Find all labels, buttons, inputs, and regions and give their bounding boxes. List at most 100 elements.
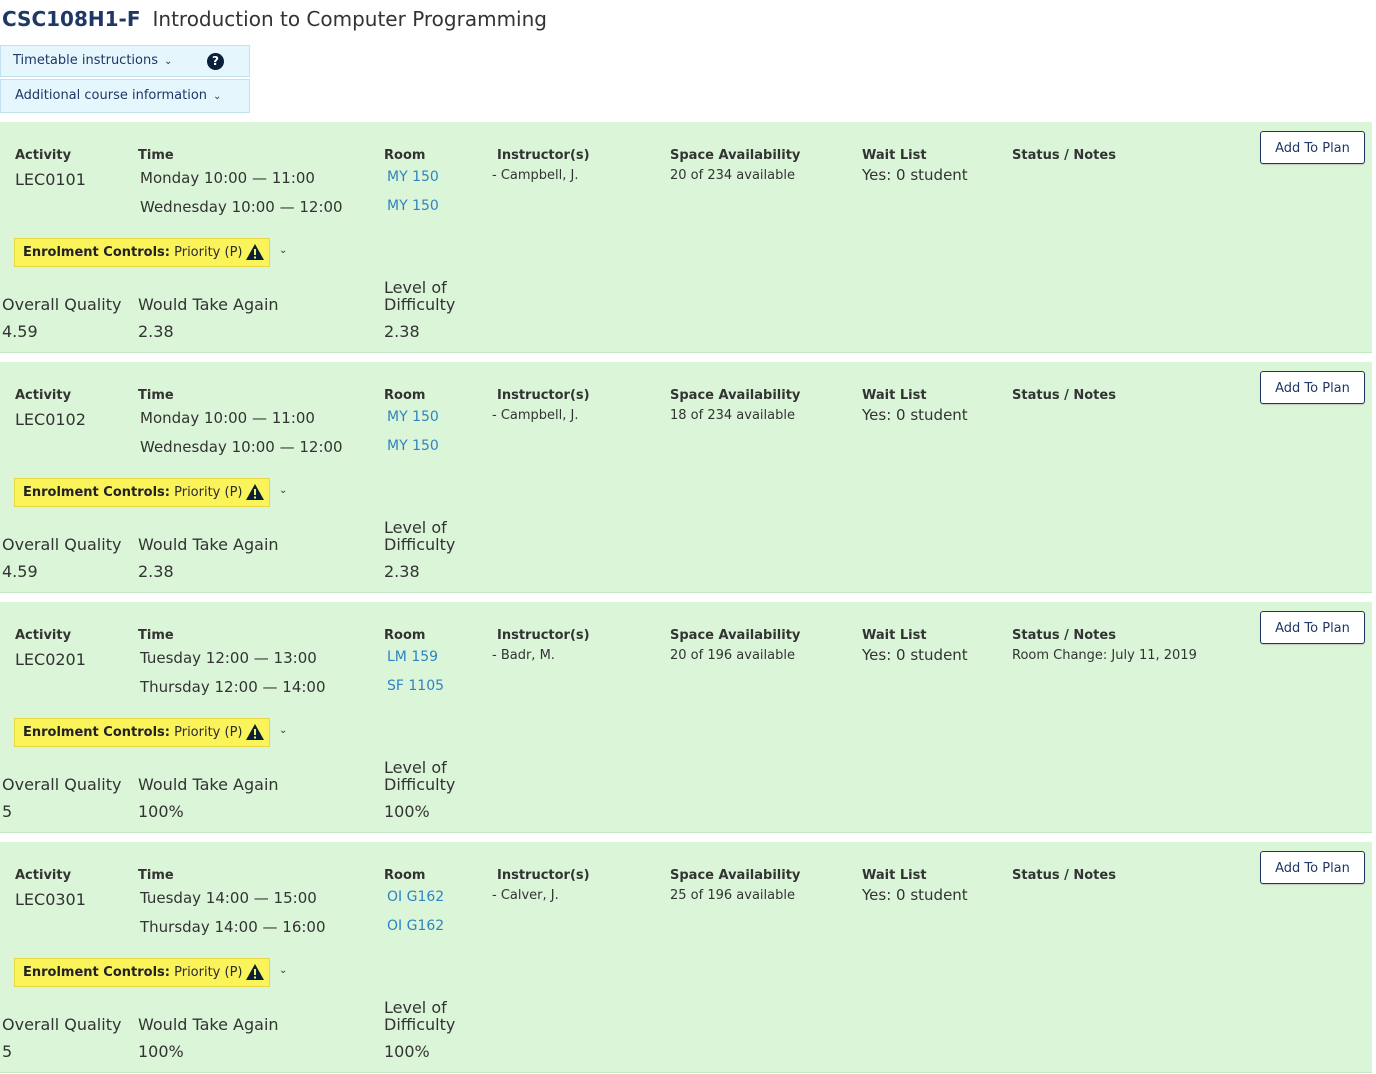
course-title: Introduction to Computer Programming	[152, 7, 547, 31]
time-slot-1: Monday 10:00 — 11:00	[140, 169, 315, 187]
time-slot-2: Thursday 12:00 — 14:00	[140, 678, 326, 696]
room-link-2[interactable]: MY 150	[387, 438, 439, 454]
enrolment-controls-banner[interactable]: Enrolment Controls: Priority (P)	[14, 718, 270, 747]
level-of-difficulty-label-line2: Difficulty	[384, 1015, 456, 1034]
additional-info-toggle[interactable]: Additional course information ⌄	[0, 79, 250, 113]
timetable-instructions-toggle[interactable]: Timetable instructions ⌄ ?	[0, 45, 250, 77]
overall-quality-value: 5	[2, 802, 13, 821]
section-row-lec0101: Activity LEC0101 Time Monday 10:00 — 11:…	[0, 122, 1372, 353]
time-header: Time	[138, 868, 174, 883]
room-link-1[interactable]: MY 150	[387, 169, 439, 185]
level-of-difficulty-value: 2.38	[384, 322, 420, 341]
warning-triangle-icon	[246, 484, 264, 500]
add-to-plan-button[interactable]: Add To Plan	[1260, 131, 1365, 164]
status-notes-header: Status / Notes	[1012, 628, 1116, 643]
level-of-difficulty-label-line2: Difficulty	[384, 295, 456, 314]
chevron-down-icon[interactable]: ⌄	[279, 245, 287, 256]
warning-triangle-icon	[246, 724, 264, 740]
space-availability-header: Space Availability	[670, 628, 801, 643]
activity-code: LEC0301	[15, 890, 86, 909]
would-take-again-label: Would Take Again	[138, 775, 279, 794]
chevron-down-icon[interactable]: ⌄	[279, 485, 287, 496]
instructor-name: - Campbell, J.	[492, 408, 579, 423]
room-header: Room	[384, 628, 426, 643]
section-row-lec0201: Activity LEC0201 Time Tuesday 12:00 — 13…	[0, 602, 1372, 833]
space-availability-header: Space Availability	[670, 868, 801, 883]
room-header: Room	[384, 868, 426, 883]
room-link-1[interactable]: OI G162	[387, 889, 444, 905]
enrolment-controls-value: Priority (P)	[174, 965, 243, 980]
waitlist-value: Yes: 0 student	[862, 166, 968, 184]
time-header: Time	[138, 628, 174, 643]
would-take-again-label: Would Take Again	[138, 1015, 279, 1034]
status-notes-value: Room Change: July 11, 2019	[1012, 648, 1197, 663]
instructors-header: Instructor(s)	[497, 148, 590, 163]
overall-quality-value: 4.59	[2, 562, 38, 581]
overall-quality-label: Overall Quality	[2, 535, 122, 554]
space-availability-header: Space Availability	[670, 388, 801, 403]
time-slot-2: Thursday 14:00 — 16:00	[140, 918, 326, 936]
space-availability-value: 20 of 196 available	[670, 648, 795, 663]
time-slot-2: Wednesday 10:00 — 12:00	[140, 438, 343, 456]
activity-code: LEC0101	[15, 170, 86, 189]
enrolment-controls-label: Enrolment Controls: Priority (P)	[23, 485, 243, 500]
instructors-header: Instructor(s)	[497, 388, 590, 403]
chevron-down-icon: ⌄	[164, 56, 173, 67]
additional-info-label: Additional course information ⌄	[15, 88, 222, 103]
room-header: Room	[384, 148, 426, 163]
space-availability-header: Space Availability	[670, 148, 801, 163]
room-link-1[interactable]: MY 150	[387, 409, 439, 425]
enrolment-controls-value: Priority (P)	[174, 245, 243, 260]
activity-header: Activity	[15, 868, 72, 883]
waitlist-header: Wait List	[862, 148, 927, 163]
section-row-lec0301: Activity LEC0301 Time Tuesday 14:00 — 15…	[0, 842, 1372, 1073]
activity-header: Activity	[15, 148, 72, 163]
add-to-plan-button[interactable]: Add To Plan	[1260, 611, 1365, 644]
overall-quality-value: 4.59	[2, 322, 38, 341]
time-slot-1: Tuesday 14:00 — 15:00	[140, 889, 317, 907]
level-of-difficulty-value: 100%	[384, 1042, 430, 1061]
status-notes-header: Status / Notes	[1012, 148, 1116, 163]
space-availability-value: 18 of 234 available	[670, 408, 795, 423]
warning-triangle-icon	[246, 964, 264, 980]
waitlist-value: Yes: 0 student	[862, 886, 968, 904]
space-availability-value: 25 of 196 available	[670, 888, 795, 903]
room-link-2[interactable]: MY 150	[387, 198, 439, 214]
enrolment-controls-banner[interactable]: Enrolment Controls: Priority (P)	[14, 478, 270, 507]
level-of-difficulty-value: 2.38	[384, 562, 420, 581]
would-take-again-value: 100%	[138, 802, 184, 821]
instructors-header: Instructor(s)	[497, 628, 590, 643]
overall-quality-label: Overall Quality	[2, 1015, 122, 1034]
waitlist-value: Yes: 0 student	[862, 646, 968, 664]
enrolment-controls-banner[interactable]: Enrolment Controls: Priority (P)	[14, 238, 270, 267]
instructor-name: - Campbell, J.	[492, 168, 579, 183]
would-take-again-value: 2.38	[138, 322, 174, 341]
course-header: CSC108H1-F Introduction to Computer Progr…	[2, 7, 547, 31]
enrolment-controls-banner[interactable]: Enrolment Controls: Priority (P)	[14, 958, 270, 987]
status-notes-header: Status / Notes	[1012, 868, 1116, 883]
would-take-again-value: 2.38	[138, 562, 174, 581]
time-slot-1: Monday 10:00 — 11:00	[140, 409, 315, 427]
room-link-2[interactable]: OI G162	[387, 918, 444, 934]
add-to-plan-button[interactable]: Add To Plan	[1260, 371, 1365, 404]
chevron-down-icon: ⌄	[213, 91, 222, 102]
would-take-again-label: Would Take Again	[138, 295, 279, 314]
waitlist-header: Wait List	[862, 628, 927, 643]
add-to-plan-button[interactable]: Add To Plan	[1260, 851, 1365, 884]
room-link-2[interactable]: SF 1105	[387, 678, 444, 694]
section-row-lec0102: Activity LEC0102 Time Monday 10:00 — 11:…	[0, 362, 1372, 593]
enrolment-controls-label: Enrolment Controls: Priority (P)	[23, 965, 243, 980]
enrolment-controls-label: Enrolment Controls: Priority (P)	[23, 245, 243, 260]
enrolment-controls-value: Priority (P)	[174, 725, 243, 740]
time-slot-2: Wednesday 10:00 — 12:00	[140, 198, 343, 216]
help-icon[interactable]: ?	[207, 53, 224, 70]
waitlist-value: Yes: 0 student	[862, 406, 968, 424]
course-code: CSC108H1-F	[2, 7, 141, 31]
overall-quality-value: 5	[2, 1042, 13, 1061]
instructors-header: Instructor(s)	[497, 868, 590, 883]
chevron-down-icon[interactable]: ⌄	[279, 725, 287, 736]
chevron-down-icon[interactable]: ⌄	[279, 965, 287, 976]
enrolment-controls-label: Enrolment Controls: Priority (P)	[23, 725, 243, 740]
warning-triangle-icon	[246, 244, 264, 260]
room-link-1[interactable]: LM 159	[387, 649, 438, 665]
